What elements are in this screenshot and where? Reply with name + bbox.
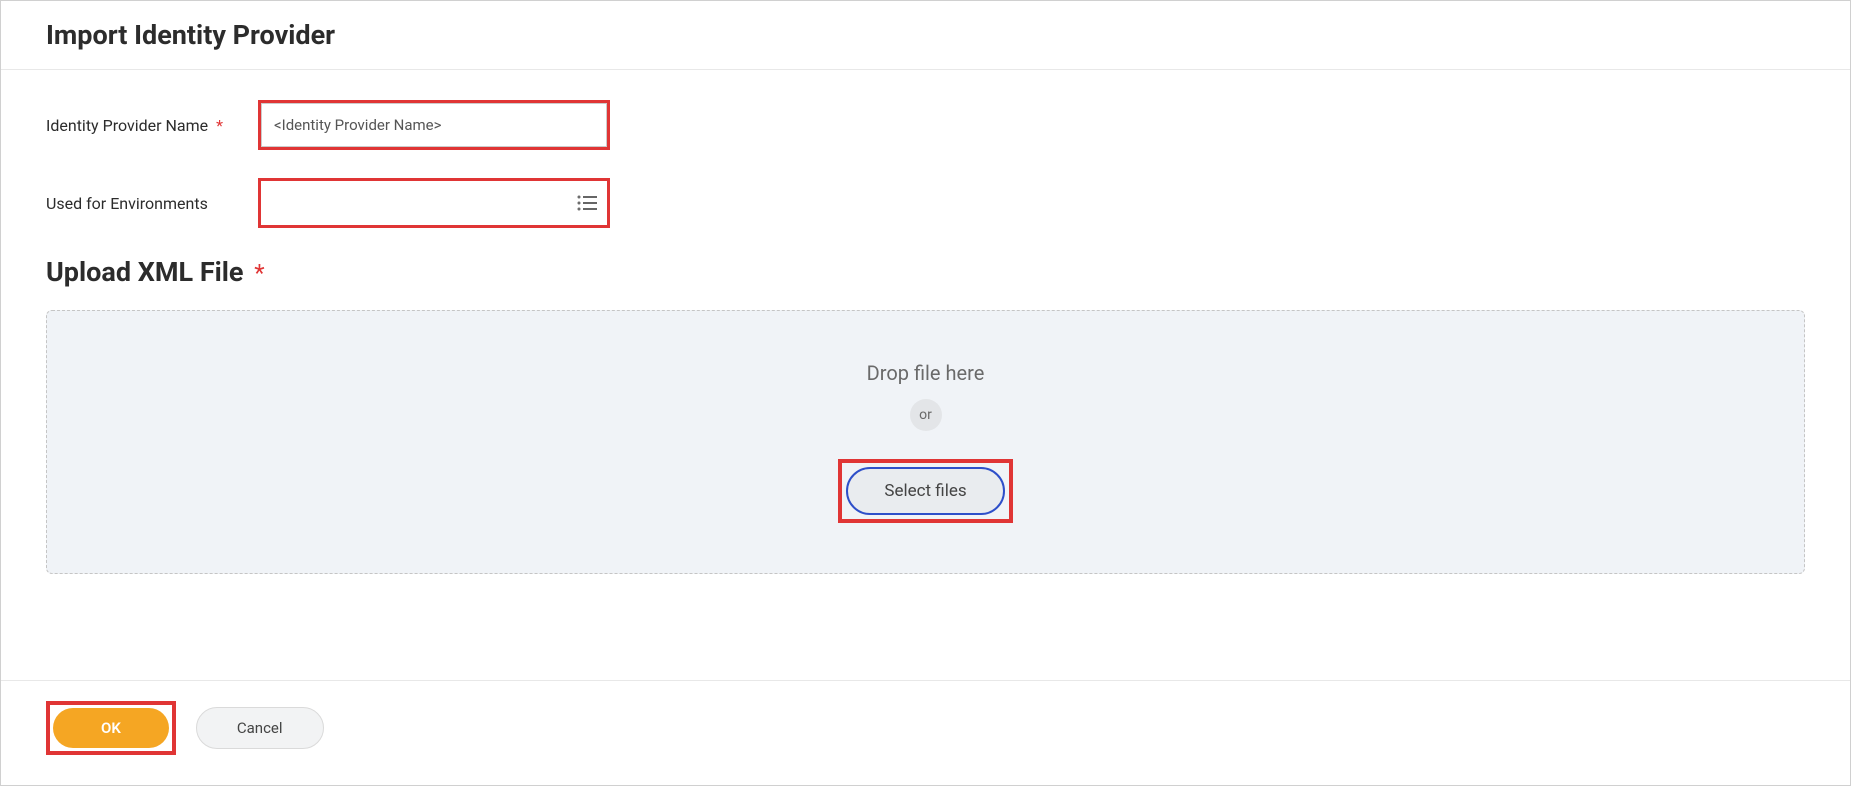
cancel-button[interactable]: Cancel [196,707,324,749]
ok-button-highlight: OK [46,701,176,755]
required-asterisk-icon: * [254,259,264,287]
select-files-highlight: Select files [838,459,1012,523]
list-picker-icon[interactable] [567,194,607,212]
identity-provider-name-label: Identity Provider Name * [46,116,258,135]
upload-xml-heading-text: Upload XML File [46,256,244,288]
dropzone-or-badge: or [910,399,942,431]
form-body: Identity Provider Name * Used for Enviro… [1,70,1850,680]
ok-button[interactable]: OK [53,708,169,748]
used-for-environments-label: Used for Environments [46,194,258,213]
dropzone-hint-text: Drop file here [67,361,1784,385]
dialog-footer: OK Cancel [1,680,1850,785]
identity-provider-name-input[interactable] [261,103,607,147]
dialog-title: Import Identity Provider [46,19,1805,51]
import-identity-provider-dialog: Import Identity Provider Identity Provid… [0,0,1851,786]
identity-provider-name-row: Identity Provider Name * [46,100,1805,150]
identity-provider-name-highlight [258,100,610,150]
required-asterisk-icon: * [216,116,223,135]
select-files-button[interactable]: Select files [846,467,1004,515]
identity-provider-name-label-text: Identity Provider Name [46,116,208,135]
file-dropzone[interactable]: Drop file here or Select files [46,310,1805,574]
upload-xml-heading: Upload XML File * [46,256,1805,288]
used-for-environments-highlight [258,178,610,228]
used-for-environments-input[interactable] [261,181,567,225]
dialog-header: Import Identity Provider [1,1,1850,70]
used-for-environments-row: Used for Environments [46,178,1805,228]
